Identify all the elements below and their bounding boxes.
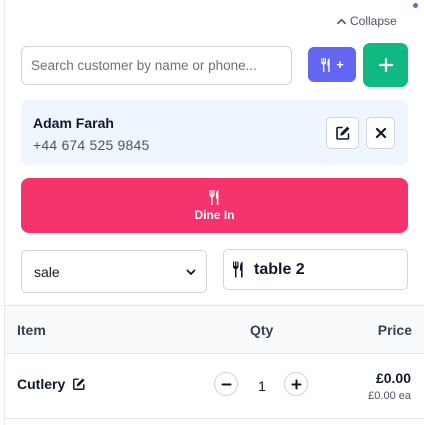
edit-icon — [335, 126, 349, 140]
plus-icon — [291, 379, 301, 389]
column-header-qty: Qty — [250, 322, 274, 338]
chevron-up-icon — [337, 18, 346, 24]
customer-name: Adam Farah — [33, 115, 114, 131]
add-dine-in-button[interactable]: + — [308, 47, 356, 82]
collapse-label: Collapse — [350, 14, 397, 28]
item-name: Cutlery — [17, 376, 66, 392]
customer-card: Adam Farah +44 674 525 9845 — [21, 100, 408, 165]
customer-phone: +44 674 525 9845 — [33, 137, 150, 153]
plus-label: + — [336, 57, 344, 72]
panel-left-border — [4, 0, 5, 425]
item-unit-price: £0.00 ea — [368, 390, 411, 402]
column-header-price: Price — [377, 322, 412, 338]
collapse-button[interactable]: Collapse — [336, 14, 397, 28]
customer-search-input[interactable] — [21, 46, 292, 85]
column-header-item: Item — [17, 322, 46, 338]
minus-icon — [221, 383, 231, 385]
table-label: table 2 — [254, 260, 305, 278]
divider — [4, 353, 424, 354]
increase-qty-button[interactable] — [284, 372, 308, 396]
divider — [4, 418, 424, 419]
edit-customer-button[interactable] — [326, 117, 359, 149]
remove-customer-button[interactable] — [366, 117, 395, 149]
table-selector[interactable]: table 2 — [223, 249, 408, 290]
indicator-dot — [413, 3, 418, 8]
item-qty: 1 — [258, 378, 266, 394]
add-customer-button[interactable] — [363, 43, 408, 87]
utensils-icon — [233, 261, 243, 278]
dine-in-button[interactable]: Dine In — [21, 178, 408, 233]
plus-icon — [378, 57, 393, 73]
sale-type-value: sale — [34, 263, 60, 280]
chevron-down-icon — [186, 269, 196, 275]
dine-in-label: Dine In — [194, 207, 235, 222]
item-name-cell: Cutlery — [17, 376, 86, 392]
utensils-icon — [208, 189, 218, 205]
sale-type-select[interactable]: sale — [21, 250, 207, 293]
decrease-qty-button[interactable] — [214, 372, 238, 396]
utensils-icon — [321, 57, 330, 72]
items-table-header: Item Qty Price — [5, 306, 424, 353]
edit-icon[interactable] — [72, 377, 86, 391]
close-icon — [375, 127, 386, 139]
item-price: £0.00 — [375, 370, 411, 386]
